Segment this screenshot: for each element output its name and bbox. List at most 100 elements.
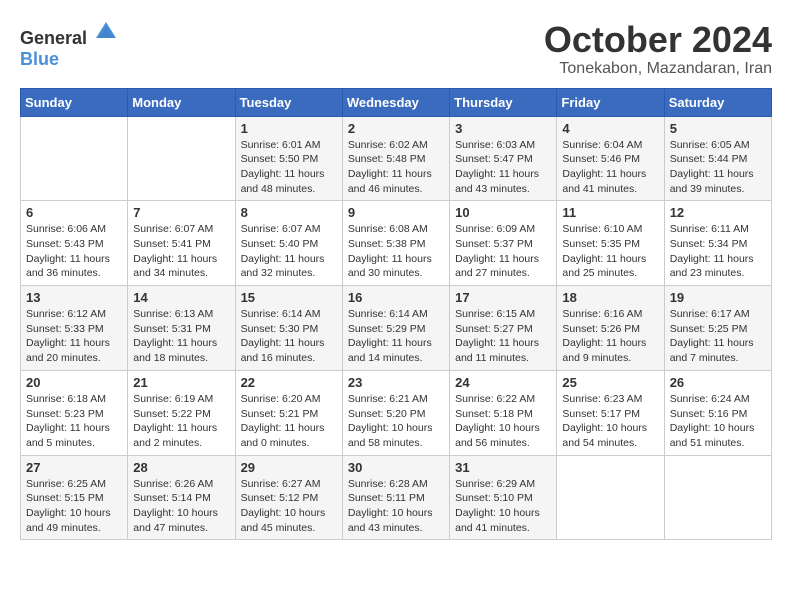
day-header-wednesday: Wednesday xyxy=(342,88,449,116)
day-number: 18 xyxy=(562,290,658,305)
calendar-cell: 21 Sunrise: 6:19 AMSunset: 5:22 PMDaylig… xyxy=(128,370,235,455)
day-info: Sunrise: 6:07 AMSunset: 5:41 PMDaylight:… xyxy=(133,222,229,281)
calendar-cell: 6 Sunrise: 6:06 AMSunset: 5:43 PMDayligh… xyxy=(21,201,128,286)
calendar-cell xyxy=(664,455,771,540)
day-info: Sunrise: 6:25 AMSunset: 5:15 PMDaylight:… xyxy=(26,477,122,536)
location-title: Tonekabon, Mazandaran, Iran xyxy=(544,60,772,78)
calendar-cell: 18 Sunrise: 6:16 AMSunset: 5:26 PMDaylig… xyxy=(557,286,664,371)
day-number: 13 xyxy=(26,290,122,305)
calendar-cell: 19 Sunrise: 6:17 AMSunset: 5:25 PMDaylig… xyxy=(664,286,771,371)
day-info: Sunrise: 6:11 AMSunset: 5:34 PMDaylight:… xyxy=(670,222,766,281)
day-number: 10 xyxy=(455,205,551,220)
day-number: 3 xyxy=(455,121,551,136)
day-header-saturday: Saturday xyxy=(664,88,771,116)
day-number: 29 xyxy=(241,460,337,475)
day-number: 21 xyxy=(133,375,229,390)
calendar-cell: 8 Sunrise: 6:07 AMSunset: 5:40 PMDayligh… xyxy=(235,201,342,286)
day-number: 4 xyxy=(562,121,658,136)
day-number: 26 xyxy=(670,375,766,390)
calendar-cell: 28 Sunrise: 6:26 AMSunset: 5:14 PMDaylig… xyxy=(128,455,235,540)
day-number: 7 xyxy=(133,205,229,220)
day-info: Sunrise: 6:12 AMSunset: 5:33 PMDaylight:… xyxy=(26,307,122,366)
day-info: Sunrise: 6:14 AMSunset: 5:29 PMDaylight:… xyxy=(348,307,444,366)
day-info: Sunrise: 6:03 AMSunset: 5:47 PMDaylight:… xyxy=(455,138,551,197)
calendar-cell: 20 Sunrise: 6:18 AMSunset: 5:23 PMDaylig… xyxy=(21,370,128,455)
day-info: Sunrise: 6:16 AMSunset: 5:26 PMDaylight:… xyxy=(562,307,658,366)
day-info: Sunrise: 6:17 AMSunset: 5:25 PMDaylight:… xyxy=(670,307,766,366)
day-info: Sunrise: 6:29 AMSunset: 5:10 PMDaylight:… xyxy=(455,477,551,536)
day-number: 22 xyxy=(241,375,337,390)
logo: General Blue xyxy=(20,20,118,70)
calendar-cell: 4 Sunrise: 6:04 AMSunset: 5:46 PMDayligh… xyxy=(557,116,664,201)
logo-icon xyxy=(94,20,118,44)
day-number: 1 xyxy=(241,121,337,136)
day-header-monday: Monday xyxy=(128,88,235,116)
week-row-5: 27 Sunrise: 6:25 AMSunset: 5:15 PMDaylig… xyxy=(21,455,772,540)
day-number: 12 xyxy=(670,205,766,220)
logo-blue: Blue xyxy=(20,49,59,69)
calendar-cell: 31 Sunrise: 6:29 AMSunset: 5:10 PMDaylig… xyxy=(450,455,557,540)
day-info: Sunrise: 6:09 AMSunset: 5:37 PMDaylight:… xyxy=(455,222,551,281)
calendar-cell: 26 Sunrise: 6:24 AMSunset: 5:16 PMDaylig… xyxy=(664,370,771,455)
day-info: Sunrise: 6:05 AMSunset: 5:44 PMDaylight:… xyxy=(670,138,766,197)
calendar-table: SundayMondayTuesdayWednesdayThursdayFrid… xyxy=(20,88,772,541)
day-header-tuesday: Tuesday xyxy=(235,88,342,116)
day-number: 30 xyxy=(348,460,444,475)
day-info: Sunrise: 6:26 AMSunset: 5:14 PMDaylight:… xyxy=(133,477,229,536)
day-info: Sunrise: 6:19 AMSunset: 5:22 PMDaylight:… xyxy=(133,392,229,451)
day-number: 8 xyxy=(241,205,337,220)
logo-text: General Blue xyxy=(20,20,118,70)
calendar-cell: 7 Sunrise: 6:07 AMSunset: 5:41 PMDayligh… xyxy=(128,201,235,286)
week-row-3: 13 Sunrise: 6:12 AMSunset: 5:33 PMDaylig… xyxy=(21,286,772,371)
day-info: Sunrise: 6:23 AMSunset: 5:17 PMDaylight:… xyxy=(562,392,658,451)
day-number: 28 xyxy=(133,460,229,475)
day-info: Sunrise: 6:04 AMSunset: 5:46 PMDaylight:… xyxy=(562,138,658,197)
calendar-cell: 5 Sunrise: 6:05 AMSunset: 5:44 PMDayligh… xyxy=(664,116,771,201)
calendar-cell: 13 Sunrise: 6:12 AMSunset: 5:33 PMDaylig… xyxy=(21,286,128,371)
day-number: 23 xyxy=(348,375,444,390)
day-number: 19 xyxy=(670,290,766,305)
day-number: 25 xyxy=(562,375,658,390)
day-info: Sunrise: 6:18 AMSunset: 5:23 PMDaylight:… xyxy=(26,392,122,451)
day-info: Sunrise: 6:20 AMSunset: 5:21 PMDaylight:… xyxy=(241,392,337,451)
day-info: Sunrise: 6:01 AMSunset: 5:50 PMDaylight:… xyxy=(241,138,337,197)
day-number: 6 xyxy=(26,205,122,220)
day-info: Sunrise: 6:14 AMSunset: 5:30 PMDaylight:… xyxy=(241,307,337,366)
calendar-cell: 14 Sunrise: 6:13 AMSunset: 5:31 PMDaylig… xyxy=(128,286,235,371)
day-number: 24 xyxy=(455,375,551,390)
day-info: Sunrise: 6:15 AMSunset: 5:27 PMDaylight:… xyxy=(455,307,551,366)
day-number: 27 xyxy=(26,460,122,475)
calendar-cell: 30 Sunrise: 6:28 AMSunset: 5:11 PMDaylig… xyxy=(342,455,449,540)
logo-general: General xyxy=(20,28,87,48)
day-number: 2 xyxy=(348,121,444,136)
day-number: 17 xyxy=(455,290,551,305)
day-info: Sunrise: 6:28 AMSunset: 5:11 PMDaylight:… xyxy=(348,477,444,536)
calendar-cell: 12 Sunrise: 6:11 AMSunset: 5:34 PMDaylig… xyxy=(664,201,771,286)
calendar-cell xyxy=(128,116,235,201)
page-header: General Blue October 2024 Tonekabon, Maz… xyxy=(20,20,772,78)
day-number: 9 xyxy=(348,205,444,220)
calendar-cell: 27 Sunrise: 6:25 AMSunset: 5:15 PMDaylig… xyxy=(21,455,128,540)
calendar-cell: 23 Sunrise: 6:21 AMSunset: 5:20 PMDaylig… xyxy=(342,370,449,455)
day-info: Sunrise: 6:10 AMSunset: 5:35 PMDaylight:… xyxy=(562,222,658,281)
day-info: Sunrise: 6:08 AMSunset: 5:38 PMDaylight:… xyxy=(348,222,444,281)
calendar-cell: 15 Sunrise: 6:14 AMSunset: 5:30 PMDaylig… xyxy=(235,286,342,371)
calendar-cell xyxy=(21,116,128,201)
calendar-cell: 10 Sunrise: 6:09 AMSunset: 5:37 PMDaylig… xyxy=(450,201,557,286)
week-row-1: 1 Sunrise: 6:01 AMSunset: 5:50 PMDayligh… xyxy=(21,116,772,201)
day-info: Sunrise: 6:22 AMSunset: 5:18 PMDaylight:… xyxy=(455,392,551,451)
day-header-friday: Friday xyxy=(557,88,664,116)
calendar-cell: 25 Sunrise: 6:23 AMSunset: 5:17 PMDaylig… xyxy=(557,370,664,455)
calendar-cell: 11 Sunrise: 6:10 AMSunset: 5:35 PMDaylig… xyxy=(557,201,664,286)
calendar-cell xyxy=(557,455,664,540)
day-number: 16 xyxy=(348,290,444,305)
title-block: October 2024 Tonekabon, Mazandaran, Iran xyxy=(544,20,772,78)
day-info: Sunrise: 6:21 AMSunset: 5:20 PMDaylight:… xyxy=(348,392,444,451)
day-info: Sunrise: 6:02 AMSunset: 5:48 PMDaylight:… xyxy=(348,138,444,197)
calendar-cell: 16 Sunrise: 6:14 AMSunset: 5:29 PMDaylig… xyxy=(342,286,449,371)
calendar-cell: 22 Sunrise: 6:20 AMSunset: 5:21 PMDaylig… xyxy=(235,370,342,455)
day-info: Sunrise: 6:27 AMSunset: 5:12 PMDaylight:… xyxy=(241,477,337,536)
calendar-cell: 3 Sunrise: 6:03 AMSunset: 5:47 PMDayligh… xyxy=(450,116,557,201)
header-row: SundayMondayTuesdayWednesdayThursdayFrid… xyxy=(21,88,772,116)
day-number: 11 xyxy=(562,205,658,220)
